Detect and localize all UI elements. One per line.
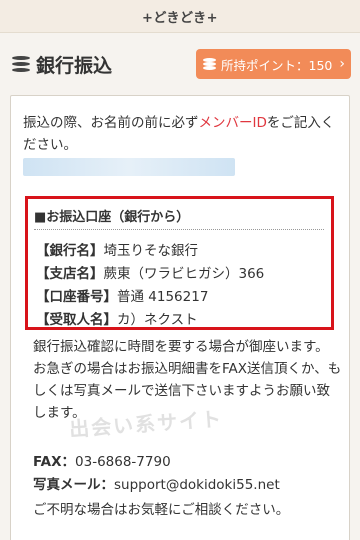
points-label: 所持ポイント：150 xyxy=(221,57,333,73)
outro-text: ご不明な場合はお気軽にご相談ください。 xyxy=(33,502,290,518)
recipient-label: 【受取人名】 xyxy=(36,312,117,328)
mail-label: 写真メール： xyxy=(33,477,114,493)
account-number-label: 【口座番号】 xyxy=(36,289,117,305)
bank-account-box: ■お振込口座（銀行から） 【銀行名】埼玉りそな銀行 【支店名】蕨東（ワラビヒガシ… xyxy=(25,196,334,330)
fax-row: FAX：03-6868-7790 xyxy=(33,450,171,470)
member-id-highlight: メンバーID xyxy=(198,115,267,131)
account-number-row: 【口座番号】普通 4156217 xyxy=(36,285,208,305)
branch-label: 【支店名】 xyxy=(36,266,104,282)
bank-name-row: 【銀行名】埼玉りそな銀行 xyxy=(36,239,198,259)
coins-icon xyxy=(10,54,32,75)
points-button[interactable]: 所持ポイント：150 › xyxy=(196,49,351,79)
page-title: 銀行振込 xyxy=(36,55,113,77)
mail-row: 写真メール：support@dokidoki55.net xyxy=(33,473,280,493)
chevron-right-icon: › xyxy=(339,56,345,72)
note-line-1: 銀行振込確認に時間を要する場合が御座います。 xyxy=(33,339,329,355)
divider xyxy=(34,229,324,230)
fax-label: FAX： xyxy=(33,454,76,470)
top-bar: +どきどき+ xyxy=(0,0,360,33)
coins-small-icon xyxy=(203,58,217,70)
branch-row: 【支店名】蕨東（ワラビヒガシ）366 xyxy=(36,262,264,282)
page-header: 銀行振込 所持ポイント：150 › xyxy=(0,33,360,95)
intro-before: 振込の際、お名前の前に必ず xyxy=(23,115,199,131)
intro-text: 振込の際、お名前の前に必ずメンバーIDをご記入ください。 xyxy=(23,112,339,156)
transfer-info-card: 振込の際、お名前の前に必ずメンバーIDをご記入ください。 ■お振込口座（銀行から… xyxy=(10,95,350,540)
account-heading: ■お振込口座（銀行から） xyxy=(34,210,190,225)
fax-value: 03-6868-7790 xyxy=(75,454,171,470)
site-name[interactable]: +どきどき+ xyxy=(142,7,218,26)
bank-name-value: 埼玉りそな銀行 xyxy=(103,243,199,259)
account-number-value: 普通 4156217 xyxy=(117,289,209,305)
mail-value[interactable]: support@dokidoki55.net xyxy=(114,477,280,493)
branch-value: 蕨東（ワラビヒガシ）366 xyxy=(103,266,265,282)
bank-name-label: 【銀行名】 xyxy=(36,243,104,259)
recipient-value: カ）ネクスト xyxy=(117,312,198,328)
recipient-row: 【受取人名】カ）ネクスト xyxy=(36,308,198,328)
title-wrap: 銀行振込 xyxy=(10,51,112,78)
blurred-member-id xyxy=(23,158,235,176)
